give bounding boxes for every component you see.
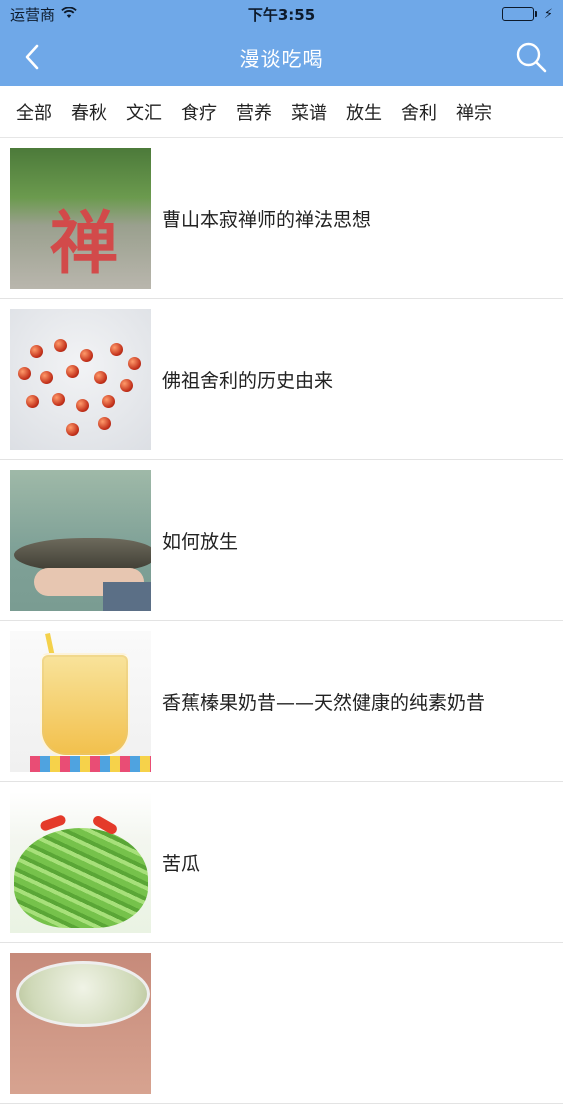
status-right: ⚡: [501, 6, 553, 22]
battery-icon: [501, 7, 537, 21]
list-item[interactable]: 香蕉榛果奶昔——天然健康的纯素奶昔: [0, 621, 563, 782]
relic-bead: [54, 338, 67, 352]
zen-character: 禅: [50, 203, 119, 284]
article-thumbnail: [10, 791, 151, 933]
sleeve-shape: [103, 581, 151, 611]
status-time: 下午3:55: [247, 5, 316, 24]
relic-bead: [52, 392, 65, 406]
relic-bead: [120, 378, 133, 392]
tab-chanzong[interactable]: 禅宗: [456, 99, 492, 125]
tab-yingyang[interactable]: 营养: [236, 99, 272, 125]
relic-bead: [26, 394, 39, 408]
page-title: 漫谈吃喝: [239, 46, 324, 71]
tab-wenhui[interactable]: 文汇: [126, 99, 162, 125]
carrier-label: 运营商: [10, 5, 56, 24]
relic-bead: [128, 356, 141, 370]
search-icon: [516, 42, 547, 73]
relic-bead: [18, 366, 31, 380]
tab-sheli[interactable]: 舍利: [401, 99, 437, 125]
tab-shiliao[interactable]: 食疗: [181, 99, 217, 125]
article-title: 佛祖舍利的历史由来: [162, 369, 334, 392]
tab-caipu[interactable]: 菜谱: [291, 99, 327, 125]
list-item[interactable]: 佛祖舍利的历史由来: [0, 299, 563, 460]
relic-bead: [110, 342, 123, 356]
glass-shape: [40, 652, 130, 757]
article-title: 如何放生: [162, 530, 239, 553]
bitter-gourd-pile: [14, 827, 148, 928]
relic-bead: [80, 348, 93, 362]
chevron-left-icon: [25, 44, 39, 70]
tab-all[interactable]: 全部: [16, 99, 52, 125]
list-item[interactable]: 禅 曹山本寂禅师的禅法思想: [0, 138, 563, 299]
fish-shape: [14, 537, 151, 572]
list-item[interactable]: 如何放生: [0, 460, 563, 621]
article-title: 曹山本寂禅师的禅法思想: [162, 208, 372, 231]
list-item[interactable]: [0, 943, 563, 1104]
article-thumbnail: [10, 630, 151, 772]
bowl-shape: [16, 960, 150, 1027]
list-item[interactable]: 苦瓜: [0, 782, 563, 943]
charging-icon: ⚡: [543, 6, 553, 22]
relic-bead: [40, 370, 53, 384]
relic-bead: [66, 422, 79, 436]
tab-fangsheng[interactable]: 放生: [346, 99, 382, 125]
relic-bead: [76, 398, 89, 412]
status-bar: 运营商 下午3:55 ⚡: [0, 0, 563, 28]
search-button[interactable]: [513, 39, 549, 75]
tab-chunqiu[interactable]: 春秋: [71, 99, 107, 125]
back-button[interactable]: [14, 39, 50, 75]
article-title: 香蕉榛果奶昔——天然健康的纯素奶昔: [162, 691, 486, 714]
article-list: 禅 曹山本寂禅师的禅法思想 佛祖舍利的历史由来 如何放生 香蕉榛果奶昔——天然健…: [0, 138, 563, 1104]
nav-bar: 漫谈吃喝: [0, 28, 563, 86]
wifi-icon: [61, 5, 77, 23]
article-thumbnail: [10, 308, 151, 450]
relic-bead: [30, 344, 43, 358]
relic-bead: [102, 394, 115, 408]
relic-bead: [98, 416, 111, 430]
relic-bead: [94, 370, 107, 384]
status-left: 运营商: [10, 4, 77, 25]
article-thumbnail: 禅: [10, 147, 151, 289]
article-title: 苦瓜: [162, 852, 201, 875]
article-thumbnail: [10, 469, 151, 611]
napkin-stripe: [30, 755, 151, 772]
category-tabs: 全部 春秋 文汇 食疗 营养 菜谱 放生 舍利 禅宗: [0, 86, 563, 138]
article-thumbnail: [10, 952, 151, 1094]
relic-bead: [66, 364, 79, 378]
